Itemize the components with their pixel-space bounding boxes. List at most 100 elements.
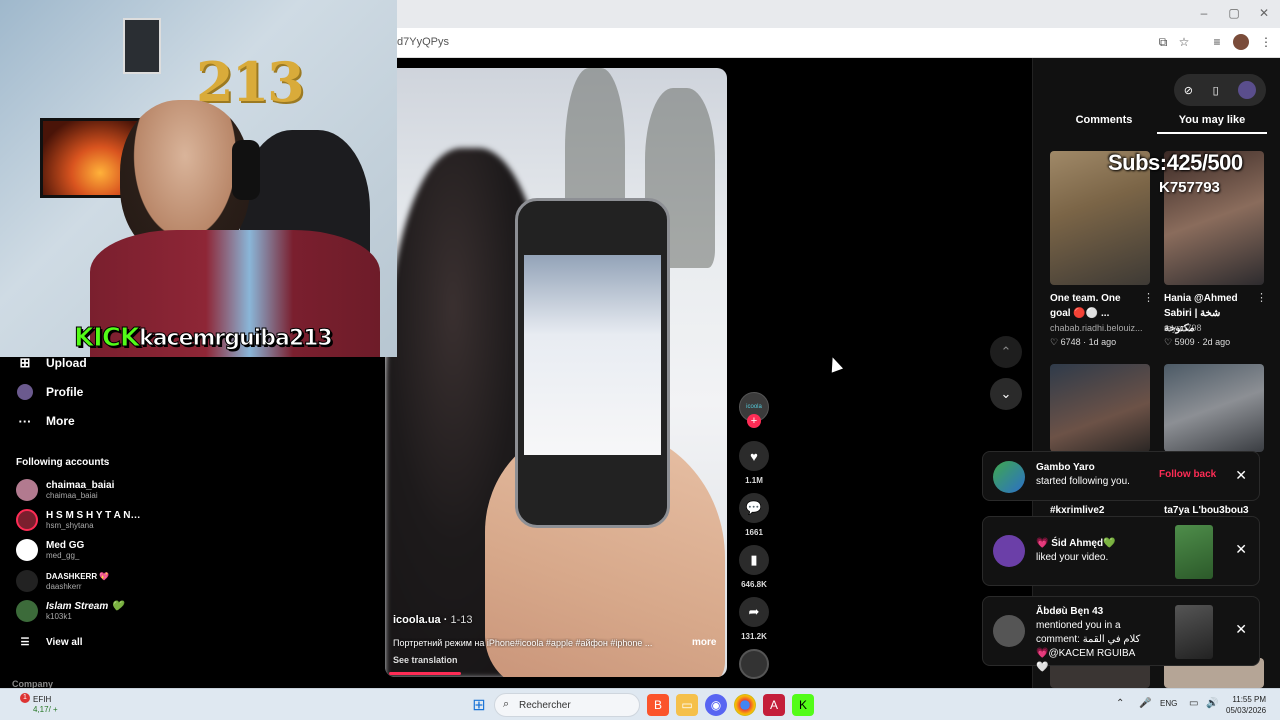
comment-icon[interactable]: 💬 [739,493,769,523]
notification-mention[interactable]: Ăbdøù Bęn 43 mentioned you in a comment: … [982,596,1260,673]
following-account[interactable]: H S M S H Y T A N… hsm_shytana [16,507,140,533]
video-progress-bar[interactable] [389,672,461,675]
video-age: 2d ago [1202,337,1231,347]
notification-text: Ăbdøù Bęn 43 mentioned you in a comment: … [1036,605,1146,675]
subs-code: K757793 [1159,179,1220,196]
music-disc-icon[interactable] [739,649,769,679]
taskbar-clock[interactable]: 11:55 PM 05/03/2026 [1226,694,1266,716]
windows-taskbar: 1 EFIH 4,17/ + ⊞ ⌕ Rechercher B ▭ ◉ A K ⌃… [0,688,1280,720]
tab-comments[interactable]: Comments [1049,114,1159,132]
weather-value: 4,17/ + [33,705,58,714]
following-account[interactable]: chaimaa_baiai chaimaa_baiai [16,477,114,503]
minimize-icon[interactable]: – [1197,6,1211,20]
browser-menu-icon[interactable]: ⋮ [1258,34,1274,50]
microphone-icon[interactable]: 🎤 [1139,698,1151,709]
view-all-link[interactable]: ☰ View all [16,631,83,653]
follow-back-button[interactable]: Follow back [1159,469,1216,480]
close-icon[interactable]: ✕ [1235,467,1247,484]
avatar-icon [16,383,34,401]
see-translation-button[interactable]: See translation [393,655,458,665]
brave-browser-icon[interactable]: B [647,694,669,716]
tab-you-may-like[interactable]: You may like [1157,114,1267,134]
volume-icon[interactable]: 🔊 [1206,698,1218,709]
mouse-cursor [826,355,844,373]
video-date: 1-13 [450,614,473,626]
file-explorer-icon[interactable]: ▭ [676,694,698,716]
avatar [16,539,38,561]
next-video-button[interactable]: ⌄ [990,378,1022,410]
profile-avatar-icon[interactable] [1233,34,1249,50]
taskbar-search[interactable]: ⌕ Rechercher [494,693,640,717]
sidebar-item-profile[interactable]: Profile [16,381,83,403]
more-options-icon[interactable]: ⋮ [1143,291,1154,304]
comment-action[interactable]: 💬 1661 [738,493,770,537]
more-dots-icon: ··· [18,413,32,429]
account-handle: chaimaa_baiai [46,491,98,500]
chrome-icon[interactable] [734,694,756,716]
following-account[interactable]: DAASHKERR 💖 daashkerr [16,568,109,594]
account-handle: med_gg_ [46,551,80,560]
account-handle: k103k1 [46,612,72,621]
more-options-icon[interactable]: ⋮ [1256,291,1267,304]
windows-start-icon[interactable]: ⊞ [468,694,490,716]
following-account[interactable]: Med GG med_gg_ [16,537,84,563]
cast-icon[interactable]: ⧉ [1155,34,1171,50]
clock-time: 11:55 PM [1232,695,1267,704]
follow-plus-icon[interactable]: + [747,414,761,428]
clock-date: 05/03/2026 [1226,706,1267,715]
notification-user: Ăbdøù Bęn 43 [1036,606,1104,617]
notification-video-thumb[interactable] [1175,605,1213,659]
search-icon: ⌕ [503,698,510,710]
video-player[interactable]: icoola.ua · 1-13 Портретний режим на iPh… [385,68,727,677]
like-count: 1.1M [745,476,763,485]
close-icon[interactable]: ✕ [1235,621,1247,638]
like-count: 6748 [1060,337,1081,347]
bookmark-star-icon[interactable]: ☆ [1176,34,1192,50]
kick-app-icon[interactable]: K [792,694,814,716]
notification-video-thumb[interactable] [1175,525,1213,579]
sidebar-item-label: Upload [46,356,87,370]
media-control-icon[interactable]: ≡ [1209,34,1225,50]
close-window-icon[interactable]: ✕ [1257,6,1271,20]
device-icon[interactable]: ▯ [1213,84,1219,97]
recommended-video-thumb[interactable] [1050,364,1150,452]
bookmark-icon[interactable]: ▮ [739,545,769,575]
avatar [993,461,1025,493]
like-action[interactable]: ♥ 1.1M [738,441,770,485]
weather-widget[interactable]: EFIH 4,17/ + [33,695,58,715]
url-text[interactable]: d7YyQPys [397,36,449,48]
network-icon[interactable]: ▭ [1189,698,1198,709]
app-icon[interactable]: A [763,694,785,716]
chevron-up-icon: ⌃ [1000,344,1012,359]
heart-icon[interactable]: ♥ [739,441,769,471]
video-author[interactable]: rayno798 [1164,323,1202,333]
tray-chevron-icon[interactable]: ⌃ [1116,698,1124,709]
save-action[interactable]: ▮ 646.8K [738,545,770,589]
maximize-icon[interactable]: ▢ [1227,6,1241,20]
profile-avatar-icon[interactable] [1238,81,1257,99]
following-accounts-title: Following accounts [16,457,110,468]
previous-video-button[interactable]: ⌃ [990,336,1022,368]
caption-more-button[interactable]: more [692,637,716,648]
following-account[interactable]: Islam Stream 💚 k103k1 [16,598,124,624]
notification-follow[interactable]: Gambo Yaro started following you. Follow … [982,451,1260,501]
compass-icon[interactable]: ⊘ [1184,84,1193,97]
recommended-video-thumb[interactable] [1164,364,1264,452]
notification-message: started following you. [1036,476,1130,487]
account-handle: daashkerr [46,582,82,591]
share-action[interactable]: ➦ 131.2K [738,597,770,641]
phone-screen [524,255,661,455]
account-name: DAASHKERR 💖 [46,572,110,581]
language-indicator[interactable]: ENG [1160,699,1177,708]
headset [232,140,260,200]
save-count: 646.8K [741,580,767,589]
video-title[interactable]: One team. One goal 🔴⚪ ... [1050,291,1136,321]
close-icon[interactable]: ✕ [1235,541,1247,558]
discord-icon[interactable]: ◉ [705,694,727,716]
notification-like[interactable]: 💗 Śid Ahmęd💚 liked your video. ✕ [982,516,1260,586]
share-icon[interactable]: ➦ [739,597,769,627]
video-username[interactable]: icoola.ua · 1-13 [393,614,473,626]
sidebar-item-more[interactable]: ··· More [16,410,75,432]
video-author[interactable]: chabab.riadhi.belouiz... [1050,323,1143,333]
username-text: icoola.ua [393,614,441,626]
